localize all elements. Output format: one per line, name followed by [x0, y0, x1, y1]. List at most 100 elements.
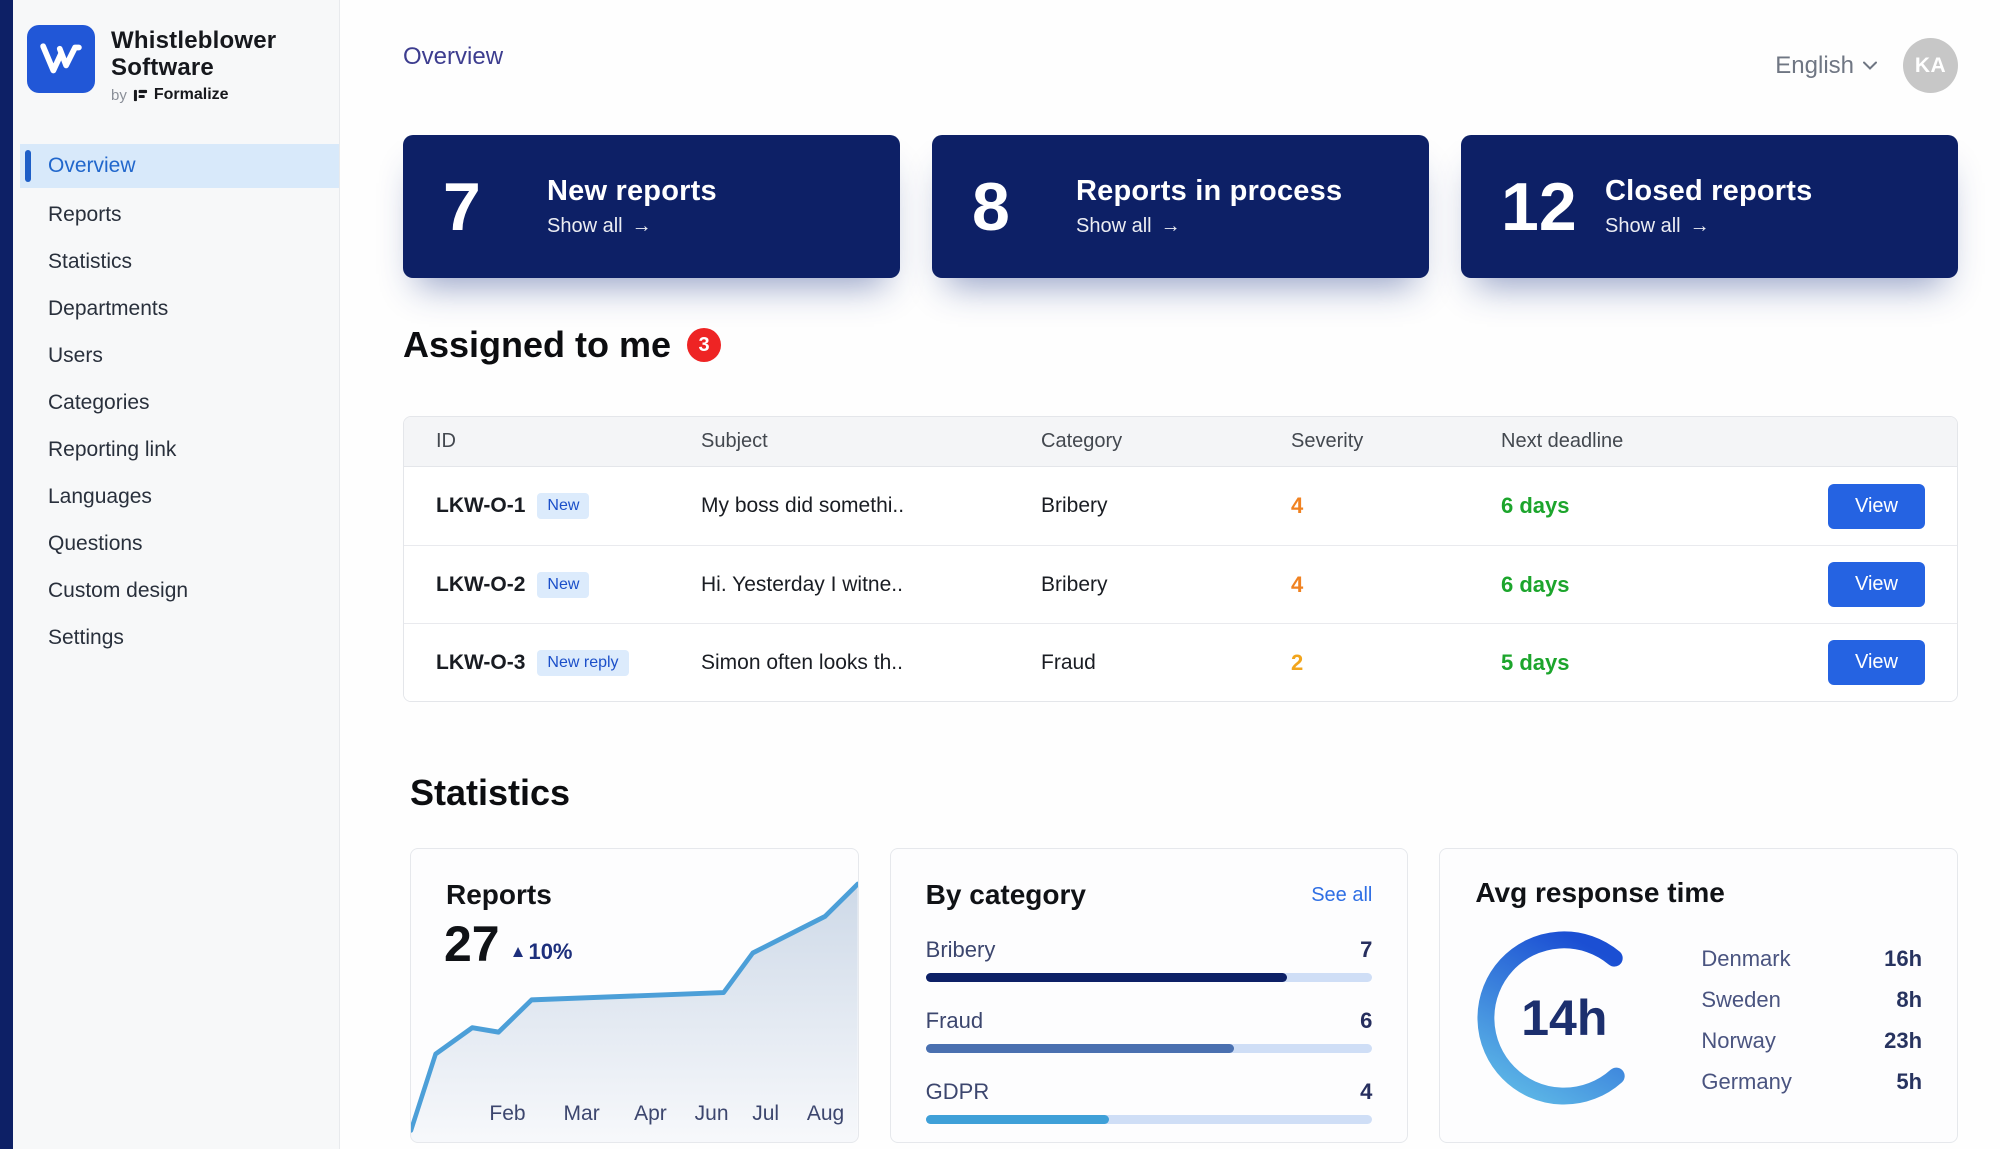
report-id: LKW-O-1	[436, 494, 525, 518]
status-badge: New	[537, 572, 589, 598]
category-row-bribery: Bribery7	[926, 937, 1373, 982]
response-row-norway: Norway23h	[1701, 1020, 1922, 1061]
country-value: 8h	[1896, 987, 1922, 1013]
response-row-sweden: Sweden 8h	[1701, 979, 1922, 1020]
arrow-right-icon: →	[632, 215, 652, 238]
avatar[interactable]: KA	[1903, 38, 1958, 93]
summary-card-reports-in-process[interactable]: 8Reports in processShow all→	[932, 135, 1429, 278]
statistics-cards-row: Reports 27 ▲ 10%	[403, 848, 1958, 1143]
category-bar-list: Bribery7 Fraud6 GDPR 4	[926, 937, 1373, 1124]
left-accent-strip	[0, 0, 13, 1149]
category-bar-fill	[926, 973, 1288, 982]
sidebar-item-label: Languages	[48, 485, 152, 509]
country-label: Norway	[1701, 1028, 1776, 1054]
topbar: Overview English KA	[403, 38, 1958, 93]
report-severity: 4	[1291, 572, 1501, 598]
sidebar-item-questions[interactable]: Questions	[13, 520, 339, 567]
cell-action: View	[1791, 562, 1925, 607]
sidebar-item-label: Statistics	[48, 250, 132, 274]
table-row-lkw-o-3: LKW-O-3New replySimon often looks th..Fr…	[404, 623, 1957, 701]
summary-count: 7	[443, 173, 525, 241]
category-value: 4	[1360, 1079, 1372, 1105]
sidebar-item-label: Categories	[48, 391, 150, 415]
brand-byline: by Formalize	[111, 86, 276, 104]
sidebar-item-label: Reports	[48, 203, 122, 227]
report-severity: 2	[1291, 650, 1501, 676]
assigned-title: Assigned to me	[403, 324, 671, 366]
cell-id: LKW-O-3New reply	[436, 650, 701, 676]
response-center-value: 14h	[1469, 923, 1659, 1113]
category-bar-fill	[926, 1115, 1109, 1124]
report-subject: Hi. Yesterday I witne..	[701, 573, 1041, 597]
column-header-id: ID	[436, 430, 701, 453]
sidebar-item-statistics[interactable]: Statistics	[13, 238, 339, 285]
see-all-link[interactable]: See all	[1311, 884, 1372, 907]
sidebar-item-languages[interactable]: Languages	[13, 473, 339, 520]
chevron-down-icon	[1863, 61, 1877, 70]
reports-chart-card: Reports 27 ▲ 10%	[410, 848, 859, 1143]
month-tick-jul: Jul	[752, 1102, 779, 1126]
column-header-category: Category	[1041, 430, 1291, 453]
summary-title: Closed reports	[1605, 175, 1812, 208]
country-value: 5h	[1896, 1069, 1922, 1095]
sidebar-item-custom-design[interactable]: Custom design	[13, 567, 339, 614]
app-window: Whistleblower Software by Formalize Over…	[0, 0, 2000, 1149]
summary-cards-row: 7New reportsShow all→8Reports in process…	[403, 135, 1958, 278]
reports-delta: ▲ 10%	[510, 939, 573, 969]
table-header-row: IDSubjectCategorySeverityNext deadline	[404, 417, 1957, 467]
sidebar-item-settings[interactable]: Settings	[13, 614, 339, 661]
country-label: Denmark	[1701, 946, 1790, 972]
summary-texts: New reportsShow all→	[547, 175, 717, 238]
category-card-header: By category See all	[926, 879, 1373, 911]
cell-id: LKW-O-2New	[436, 572, 701, 598]
category-label: GDPR	[926, 1079, 990, 1105]
reports-total-value: 27	[444, 919, 500, 969]
sidebar-item-reports[interactable]: Reports	[13, 191, 339, 238]
summary-card-closed-reports[interactable]: 12 Closed reports Show all→	[1461, 135, 1958, 278]
sidebar-item-categories[interactable]: Categories	[13, 379, 339, 426]
avg-response-card: Avg response time 14h	[1439, 848, 1958, 1143]
view-button[interactable]: View	[1828, 484, 1925, 529]
brand-logo[interactable]: Whistleblower Software by Formalize	[13, 0, 339, 104]
report-category: Bribery	[1041, 573, 1291, 597]
summary-card-new-reports[interactable]: 7 New reportsShow all→	[403, 135, 900, 278]
sidebar-item-label: Reporting link	[48, 438, 176, 462]
response-donut: 14h	[1469, 923, 1659, 1113]
report-category: Bribery	[1041, 494, 1291, 518]
show-all-link[interactable]: Show all→	[547, 215, 717, 238]
arrow-right-icon: →	[1161, 215, 1181, 238]
response-card-title: Avg response time	[1475, 877, 1922, 909]
response-country-list: Denmark16hSweden8hNorway23hGermany5h	[1701, 938, 1922, 1102]
sidebar-item-users[interactable]: Users	[13, 332, 339, 379]
show-all-link[interactable]: Show all→	[1605, 215, 1812, 238]
column-header-subject: Subject	[701, 430, 1041, 453]
sidebar-nav: Overview Reports Statistics Departments User…	[13, 144, 339, 661]
reports-card-title: Reports	[446, 879, 552, 911]
summary-count: 8	[972, 173, 1054, 241]
sidebar-item-label: Overview	[48, 154, 136, 178]
sidebar-item-overview[interactable]: Overview	[20, 144, 339, 188]
sidebar: Whistleblower Software by Formalize Over…	[13, 0, 340, 1149]
brand-line2: Software	[111, 54, 276, 81]
country-label: Sweden	[1701, 987, 1781, 1013]
category-line: Bribery7	[926, 937, 1373, 963]
sidebar-item-departments[interactable]: Departments	[13, 285, 339, 332]
response-row-germany: Germany 5h	[1701, 1061, 1922, 1102]
sidebar-item-label: Custom design	[48, 579, 188, 603]
sidebar-item-label: Settings	[48, 626, 124, 650]
category-line: Fraud6	[926, 1008, 1373, 1034]
sidebar-item-reporting-link[interactable]: Reporting link	[13, 426, 339, 473]
statistics-title: Statistics	[403, 772, 1958, 814]
sidebar-item-label: Departments	[48, 297, 168, 321]
month-tick-apr: Apr	[634, 1102, 667, 1126]
whistleblower-logo-icon	[27, 25, 95, 93]
table-row-lkw-o-2: LKW-O-2NewHi. Yesterday I witne..Bribery…	[404, 545, 1957, 623]
show-all-link[interactable]: Show all →	[1076, 215, 1342, 238]
view-button[interactable]: View	[1828, 640, 1925, 685]
view-button[interactable]: View	[1828, 562, 1925, 607]
brand-line1: Whistleblower	[111, 27, 276, 54]
summary-count: 12	[1501, 173, 1583, 241]
country-label: Germany	[1701, 1069, 1791, 1095]
language-selector[interactable]: English	[1775, 52, 1877, 80]
show-all-label: Show all	[1076, 215, 1152, 238]
